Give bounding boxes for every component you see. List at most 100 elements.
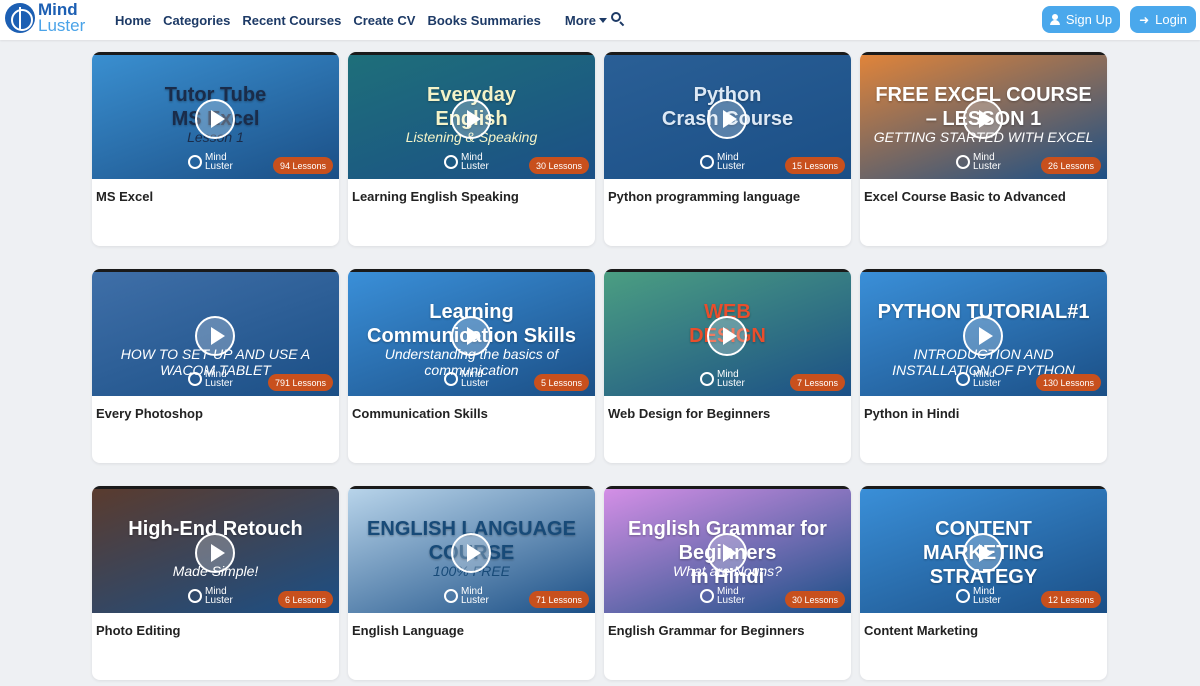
site-logo[interactable]: Mind Luster [5,1,86,35]
course-card[interactable]: PYTHON TUTORIAL#1 INTRODUCTION AND INSTAL… [860,269,1107,463]
watermark-line-2: Luster [973,595,1001,606]
course-thumbnail[interactable]: Everyday English Listening & Speaking Mind… [348,52,595,179]
nav-books-summaries[interactable]: Books Summaries [427,13,540,28]
course-card[interactable]: Tutor Tube MS Excel Lesson 1 Mind Luster 94 … [92,52,339,246]
course-title[interactable]: Python in Hindi [864,406,959,421]
course-title[interactable]: Web Design for Beginners [608,406,770,421]
course-thumbnail[interactable]: Python Crash Course Mind Luster 15 Lessons [604,52,851,179]
nav-more-dropdown[interactable]: More [565,13,607,28]
watermark-line-2: Luster [205,161,233,172]
brain-logo-icon [188,372,202,386]
course-title[interactable]: English Language [352,623,464,638]
chevron-down-icon [598,17,607,23]
course-thumbnail[interactable]: PYTHON TUTORIAL#1 INTRODUCTION AND INSTAL… [860,269,1107,396]
lessons-count-badge: 7 Lessons [789,374,845,391]
search-icon[interactable] [611,12,625,27]
course-title[interactable]: MS Excel [96,189,153,204]
play-icon[interactable] [963,99,1003,139]
course-title[interactable]: Every Photoshop [96,406,203,421]
user-plus-icon [1049,14,1060,25]
play-icon[interactable] [195,99,235,139]
logo-text: Mind Luster [38,1,86,35]
brain-logo-icon [700,589,714,603]
play-icon[interactable] [195,533,235,573]
course-title[interactable]: Excel Course Basic to Advanced [864,189,1066,204]
course-thumbnail[interactable]: High-End Retouch Made Simple! Mind Luster 6 … [92,486,339,613]
brain-logo-icon [188,589,202,603]
course-thumbnail[interactable]: ENGLISH LANGUAGE COURSE 100% FREE Mind Lust… [348,486,595,613]
lessons-count-badge: 15 Lessons [784,157,845,174]
play-icon[interactable] [451,99,491,139]
lessons-count-badge: 5 Lessons [533,374,589,391]
brain-logo-icon [444,589,458,603]
play-icon[interactable] [451,533,491,573]
course-card[interactable]: FREE EXCEL COURSE – LESSON 1 GETTING STAR… [860,52,1107,246]
course-card[interactable]: HOW TO SET UP AND USE A WACOM TABLET Mind… [92,269,339,463]
course-thumbnail[interactable]: English Grammar for Beginners In Hindi Wh… [604,486,851,613]
course-thumbnail[interactable]: CONTENT MARKETING STRATEGY Mind Luster 12 L… [860,486,1107,613]
sign-up-label: Sign Up [1065,12,1113,27]
play-icon[interactable] [195,316,235,356]
course-thumbnail[interactable]: Learning Communication Skills Understandi… [348,269,595,396]
mindluster-watermark: Mind Luster [188,370,233,389]
brain-logo-icon [956,155,970,169]
mindluster-watermark: Mind Luster [188,153,233,172]
course-card[interactable]: ENGLISH LANGUAGE COURSE 100% FREE Mind Lust… [348,486,595,680]
watermark-line-2: Luster [205,378,233,389]
course-title[interactable]: Python programming language [608,189,800,204]
nav-home[interactable]: Home [115,13,151,28]
mindluster-watermark: Mind Luster [956,587,1001,606]
course-title[interactable]: Learning English Speaking [352,189,519,204]
login-button[interactable]: ➜ Login [1130,6,1196,33]
nav-recent-courses[interactable]: Recent Courses [242,13,341,28]
course-card[interactable]: English Grammar for Beginners In Hindi Wh… [604,486,851,680]
watermark-line-2: Luster [717,378,745,389]
course-title[interactable]: Content Marketing [864,623,978,638]
lessons-count-badge: 26 Lessons [1040,157,1101,174]
lessons-count-badge: 12 Lessons [1040,591,1101,608]
mindluster-watermark: Mind Luster [444,370,489,389]
brain-logo-icon [5,3,35,33]
nav-categories[interactable]: Categories [163,13,230,28]
play-icon[interactable] [451,316,491,356]
mindluster-watermark: Mind Luster [444,153,489,172]
mindluster-watermark: Mind Luster [188,587,233,606]
course-card[interactable]: CONTENT MARKETING STRATEGY Mind Luster 12 L… [860,486,1107,680]
course-thumbnail[interactable]: Tutor Tube MS Excel Lesson 1 Mind Luster 94 … [92,52,339,179]
watermark-line-2: Luster [461,378,489,389]
lessons-count-badge: 30 Lessons [528,157,589,174]
lessons-count-badge: 130 Lessons [1035,374,1101,391]
watermark-line-2: Luster [461,595,489,606]
course-title[interactable]: English Grammar for Beginners [608,623,805,638]
brain-logo-icon [956,589,970,603]
logo-line-2: Luster [38,16,86,35]
mindluster-watermark: Mind Luster [444,587,489,606]
brain-logo-icon [700,155,714,169]
course-card[interactable]: Everyday English Listening & Speaking Mind… [348,52,595,246]
course-card[interactable]: High-End Retouch Made Simple! Mind Luster 6 … [92,486,339,680]
lessons-count-badge: 30 Lessons [784,591,845,608]
sign-up-button[interactable]: Sign Up [1042,6,1120,33]
sign-in-icon: ➜ [1139,12,1150,27]
course-thumbnail[interactable]: HOW TO SET UP AND USE A WACOM TABLET Mind… [92,269,339,396]
play-icon[interactable] [707,533,747,573]
course-card[interactable]: WEB DESIGN Mind Luster 7 Lessons Web Design … [604,269,851,463]
play-icon[interactable] [963,533,1003,573]
play-icon[interactable] [707,99,747,139]
mindluster-watermark: Mind Luster [700,587,745,606]
lessons-count-badge: 94 Lessons [272,157,333,174]
play-icon[interactable] [707,316,747,356]
watermark-line-2: Luster [973,161,1001,172]
course-title[interactable]: Communication Skills [352,406,488,421]
mindluster-watermark: Mind Luster [700,153,745,172]
course-card[interactable]: Learning Communication Skills Understandi… [348,269,595,463]
brain-logo-icon [444,372,458,386]
mindluster-watermark: Mind Luster [956,153,1001,172]
course-title[interactable]: Photo Editing [96,623,180,638]
watermark-line-2: Luster [717,161,745,172]
nav-create-cv[interactable]: Create CV [353,13,415,28]
course-thumbnail[interactable]: WEB DESIGN Mind Luster 7 Lessons [604,269,851,396]
course-card[interactable]: Python Crash Course Mind Luster 15 Lessons P… [604,52,851,246]
play-icon[interactable] [963,316,1003,356]
course-thumbnail[interactable]: FREE EXCEL COURSE – LESSON 1 GETTING STAR… [860,52,1107,179]
